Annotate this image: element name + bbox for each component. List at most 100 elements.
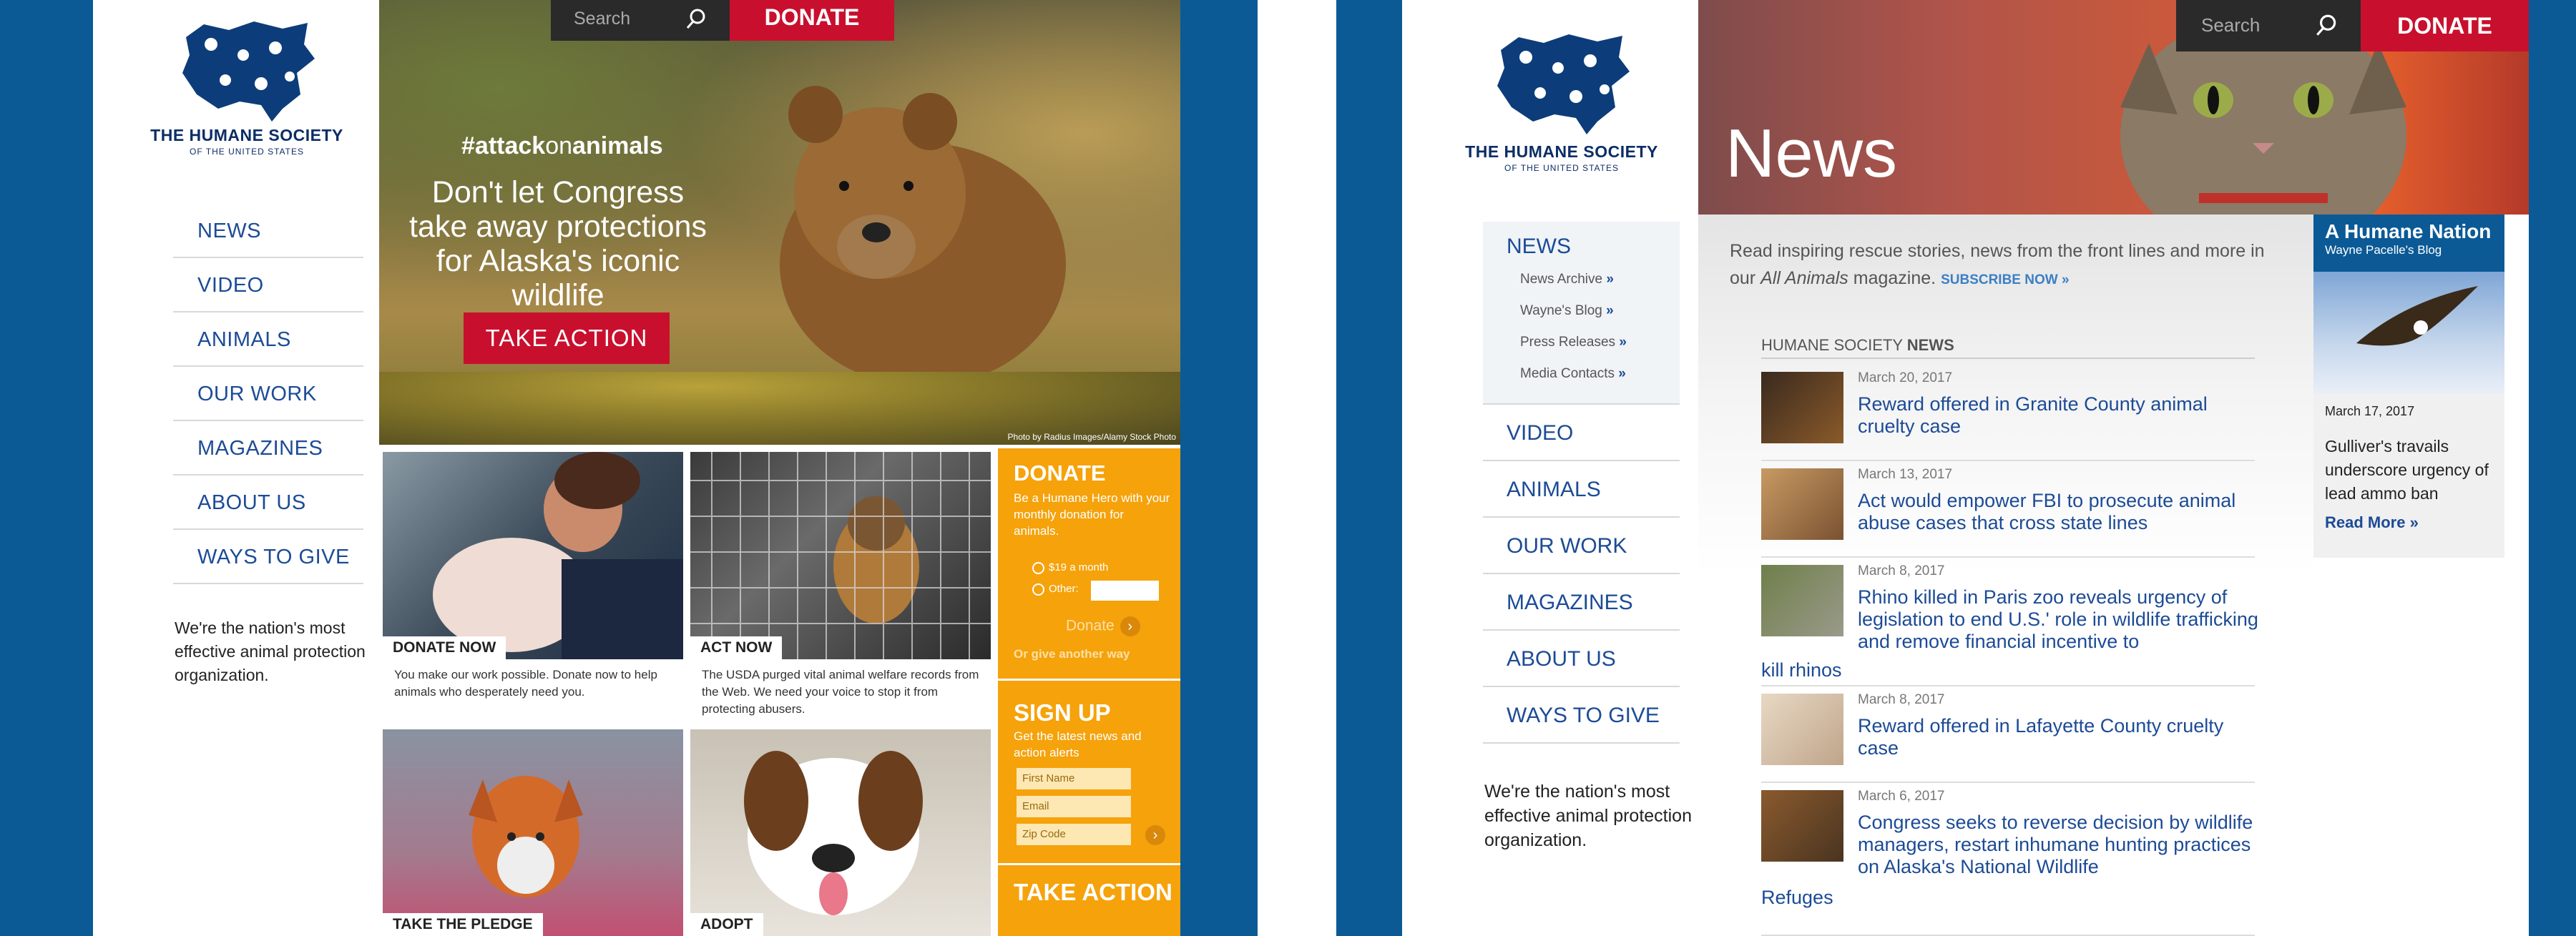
card-description: The USDA purged vital animal welfare rec… bbox=[702, 668, 979, 716]
nav-item-video[interactable]: VIDEO bbox=[1483, 405, 1680, 461]
nav-item-ways-to-give[interactable]: WAYS TO GIVE bbox=[173, 530, 363, 584]
search-input[interactable]: Search bbox=[2176, 0, 2361, 51]
animals-map-icon bbox=[182, 21, 315, 122]
blog-title: A Humane Nation bbox=[2325, 220, 2492, 242]
first-name-field[interactable]: First Name bbox=[1017, 768, 1131, 789]
news-title[interactable]: Act would empower FBI to prosecute anima… bbox=[1858, 490, 2258, 534]
main-nav: NEWS VIDEO ANIMALS OUR WORK MAGAZINES AB… bbox=[173, 204, 363, 584]
donate-sidebar: DONATE Be a Humane Hero with your monthl… bbox=[998, 448, 1180, 936]
nav-item-magazines[interactable]: MAGAZINES bbox=[1483, 574, 1680, 631]
search-placeholder: Search bbox=[2201, 14, 2261, 36]
nav-item-ways-to-give[interactable]: WAYS TO GIVE bbox=[1483, 687, 1680, 744]
blog-date: March 17, 2017 bbox=[2325, 404, 2415, 418]
rottweiler-thumb bbox=[1761, 372, 1843, 443]
search-placeholder: Search bbox=[574, 9, 631, 29]
radio-monthly[interactable]: $19 a month bbox=[1032, 561, 1108, 574]
chevron-right-icon: » bbox=[1606, 303, 1614, 318]
news-hero: News Search DONATE bbox=[1698, 0, 2529, 215]
fox-image: TAKE THE PLEDGE bbox=[383, 729, 683, 936]
nav-item-about-us[interactable]: ABOUT US bbox=[173, 476, 363, 530]
email-field[interactable]: Email bbox=[1017, 796, 1131, 817]
news-title[interactable]: Reward offered in Lafayette County cruel… bbox=[1858, 715, 2258, 759]
news-item[interactable]: March 6, 2017 Congress seeks to reverse … bbox=[1761, 783, 2255, 936]
news-item[interactable]: March 8, 2017 Rhino killed in Paris zoo … bbox=[1761, 558, 2258, 686]
intro-text: Read inspiring rescue stories, news from… bbox=[1730, 241, 2265, 288]
radio-circle-icon bbox=[1032, 583, 1044, 596]
nav-item-news[interactable]: NEWS bbox=[1483, 222, 1680, 265]
blog-excerpt[interactable]: Gulliver's travails underscore urgency o… bbox=[2325, 435, 2497, 506]
nav-item-our-work[interactable]: OUR WORK bbox=[173, 367, 363, 421]
signup-title: SIGN UP bbox=[1014, 699, 1111, 726]
card-label: DONATE NOW bbox=[383, 636, 506, 659]
nav-item-video[interactable]: VIDEO bbox=[173, 258, 363, 312]
news-title[interactable]: Reward offered in Granite County animal … bbox=[1858, 393, 2258, 438]
donate-submit-button[interactable]: Donate › bbox=[1066, 616, 1140, 636]
give-another-way-link[interactable]: Or give another way bbox=[1014, 647, 1130, 661]
hsus-logo[interactable]: THE HUMANE SOCIETY OF THE UNITED STATES bbox=[143, 16, 351, 157]
news-item[interactable]: March 20, 2017 Reward offered in Granite… bbox=[1761, 365, 2255, 461]
subnav-waynes-blog[interactable]: Wayne's Blog » bbox=[1483, 296, 1680, 327]
nav-item-animals[interactable]: ANIMALS bbox=[1483, 461, 1680, 518]
radio-circle-icon bbox=[1032, 561, 1044, 574]
donate-button[interactable]: DONATE bbox=[730, 0, 894, 41]
main-nav: NEWS News Archive » Wayne's Blog » Press… bbox=[1483, 222, 1680, 744]
card-description: You make our work possible. Donate now t… bbox=[394, 668, 657, 699]
news-title[interactable]: Congress seeks to reverse decision by wi… bbox=[1858, 812, 2258, 878]
card-take-the-pledge[interactable]: TAKE THE PLEDGE bbox=[383, 729, 683, 936]
logo-name: THE HUMANE SOCIETY bbox=[150, 126, 343, 144]
radio-other[interactable]: Other: bbox=[1032, 583, 1079, 596]
homepage-panel: THE HUMANE SOCIETY OF THE UNITED STATES … bbox=[93, 0, 1180, 936]
blog-header[interactable]: A Humane Nation Wayne Pacelle's Blog bbox=[2313, 215, 2504, 272]
nav-item-magazines[interactable]: MAGAZINES bbox=[173, 421, 363, 476]
dog-thumb bbox=[1761, 468, 1843, 540]
news-item[interactable]: March 8, 2017 Reward offered in Lafayett… bbox=[1761, 686, 2255, 783]
news-title-wrap[interactable]: kill rhinos bbox=[1761, 659, 1842, 681]
news-date: March 6, 2017 bbox=[1858, 789, 1945, 804]
logo-name: THE HUMANE SOCIETY bbox=[1465, 142, 1658, 161]
card-adopt[interactable]: ADOPT bbox=[690, 729, 991, 936]
take-action-button[interactable]: TAKE ACTION bbox=[464, 312, 670, 364]
other-amount-field[interactable] bbox=[1091, 581, 1159, 601]
donate-title: DONATE bbox=[1014, 460, 1106, 486]
news-date: March 8, 2017 bbox=[1858, 692, 1945, 707]
news-item[interactable]: March 13, 2017 Act would empower FBI to … bbox=[1761, 461, 2255, 558]
card-label: ACT NOW bbox=[690, 636, 783, 659]
search-icon[interactable] bbox=[2313, 13, 2339, 39]
nav-item-about-us[interactable]: ABOUT US bbox=[1483, 631, 1680, 687]
card-label: ADOPT bbox=[690, 913, 763, 936]
read-more-link[interactable]: Read More » bbox=[2325, 513, 2419, 532]
card-act-now[interactable]: ACT NOW The USDA purged vital animal wel… bbox=[690, 452, 991, 724]
news-date: March 8, 2017 bbox=[1858, 563, 1945, 578]
subscribe-link[interactable]: SUBSCRIBE NOW » bbox=[1941, 272, 2069, 287]
donate-button[interactable]: DONATE bbox=[2361, 0, 2529, 51]
news-date: March 20, 2017 bbox=[1858, 370, 1953, 385]
eagle-image bbox=[2313, 272, 2504, 393]
left-sidebar: THE HUMANE SOCIETY OF THE UNITED STATES … bbox=[114, 0, 379, 936]
puppy-thumb bbox=[1761, 694, 1843, 765]
hashtag: #attackonanimals bbox=[461, 132, 663, 159]
news-title-wrap[interactable]: Refuges bbox=[1761, 887, 1833, 909]
nav-news-block: NEWS News Archive » Wayne's Blog » Press… bbox=[1483, 222, 1680, 405]
arrow-right-icon: › bbox=[1120, 616, 1140, 636]
puppy-image: ADOPT bbox=[690, 729, 991, 936]
nav-item-our-work[interactable]: OUR WORK bbox=[1483, 518, 1680, 574]
signup-text: Get the latest news and action alerts bbox=[1014, 729, 1142, 759]
photo-credit: Photo by Radius Images/Alamy Stock Photo bbox=[1007, 432, 1176, 442]
nav-item-news[interactable]: NEWS bbox=[173, 204, 363, 258]
search-input[interactable]: Search bbox=[551, 0, 730, 41]
panel-gap bbox=[1258, 0, 1336, 936]
hsus-logo[interactable]: THE HUMANE SOCIETY OF THE UNITED STATES bbox=[1454, 29, 1669, 173]
zip-code-field[interactable]: Zip Code bbox=[1017, 824, 1131, 845]
tagline: We're the nation's most effective animal… bbox=[175, 619, 366, 684]
signup-submit-icon[interactable]: › bbox=[1145, 825, 1165, 845]
nav-item-animals[interactable]: ANIMALS bbox=[173, 312, 363, 367]
subnav-press-releases[interactable]: Press Releases » bbox=[1483, 327, 1680, 359]
news-title[interactable]: Rhino killed in Paris zoo reveals urgenc… bbox=[1858, 586, 2258, 653]
tagline: We're the nation's most effective animal… bbox=[1484, 782, 1692, 850]
card-donate-now[interactable]: DONATE NOW You make our work possible. D… bbox=[383, 452, 683, 724]
search-icon[interactable] bbox=[684, 7, 708, 31]
top-bar: Search DONATE bbox=[2176, 0, 2529, 51]
take-action-link[interactable]: TAKE ACTION bbox=[1014, 879, 1172, 906]
subnav-news-archive[interactable]: News Archive » bbox=[1483, 265, 1680, 296]
subnav-media-contacts[interactable]: Media Contacts » bbox=[1483, 359, 1680, 390]
